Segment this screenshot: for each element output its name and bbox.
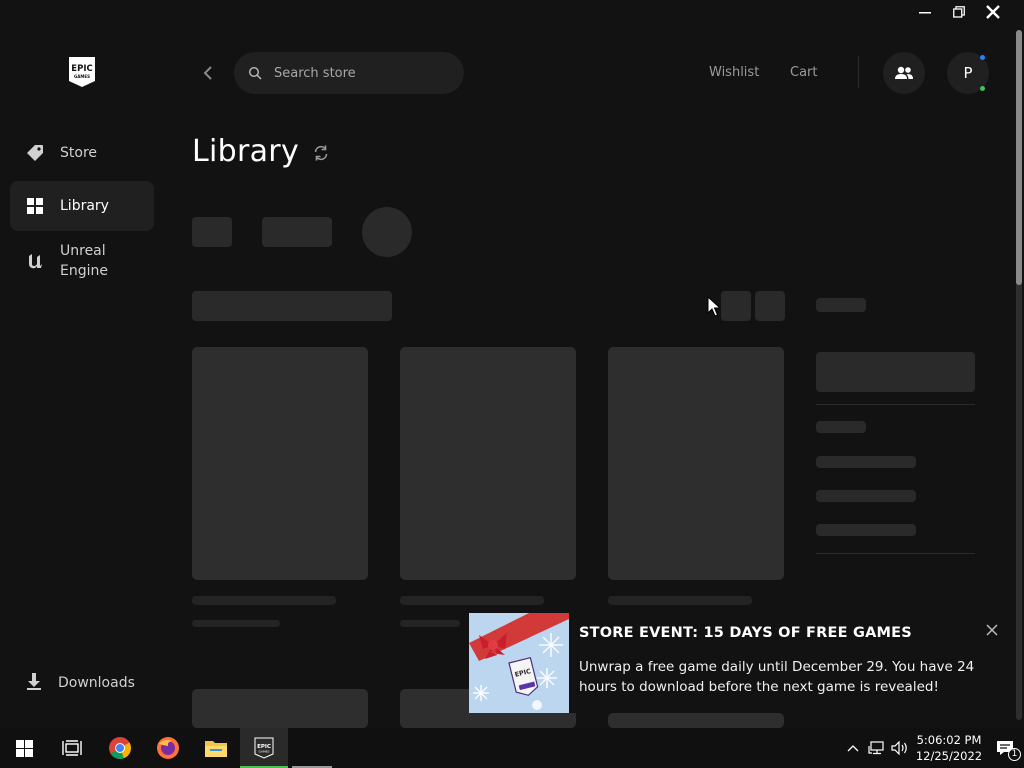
avatar-initial: P [963,64,973,82]
taskbar-epic-games[interactable]: EPIC GAMES [240,728,288,768]
friends-button[interactable] [883,52,925,94]
task-view-button[interactable] [48,728,96,768]
subtitle-placeholder [192,620,280,627]
epic-games-icon: EPIC GAMES [254,737,274,759]
sidebar-item-store[interactable]: Store [10,128,154,178]
search-icon [248,66,262,80]
filter-label-placeholder [816,421,866,433]
firefox-icon [157,737,179,759]
folder-icon [205,741,227,757]
unreal-icon [26,252,44,270]
game-card-placeholder [192,689,368,728]
close-icon [986,5,1000,19]
divider [816,553,975,554]
volume-icon [891,741,907,755]
sidebar-item-downloads[interactable]: Downloads [10,660,154,706]
network-icon [868,741,884,755]
filter-placeholder [192,217,232,247]
sidebar-item-label: Library [60,198,109,214]
filter-option-placeholder [816,490,916,502]
windows-logo-icon [15,739,33,757]
page-title: Library [192,134,299,169]
scrollbar[interactable] [1016,30,1022,720]
title-placeholder [400,596,544,605]
cart-link[interactable]: Cart [790,65,818,80]
game-card-placeholder [400,347,576,580]
downloads-label: Downloads [58,675,135,691]
game-card-placeholder [608,347,784,580]
game-card-placeholder [192,347,368,580]
sidebar-item-library[interactable]: Library [10,181,154,231]
svg-text:EPIC: EPIC [71,64,92,74]
view-toggle-placeholder [755,291,785,321]
sidebar-item-label: Store [60,145,98,161]
notification-dot [980,55,985,60]
view-toggle-placeholder [721,291,751,321]
minimize-icon [919,12,931,14]
notification-count-badge: 1 [1008,748,1021,761]
filter-search-placeholder [816,352,975,392]
chevron-up-icon [847,745,859,752]
back-arrow-icon[interactable] [200,64,216,82]
epic-games-logo[interactable]: EPIC GAMES [67,56,97,88]
filter-heading-placeholder [816,298,866,312]
filter-option-placeholder [816,524,916,536]
notification-message: Unwrap a free game daily until December … [579,659,975,695]
restore-icon [953,6,965,18]
system-tray: 5:06:02 PM 12/25/2022 1 [842,728,1024,768]
title-placeholder [608,596,752,605]
header-divider [858,56,859,88]
filter-placeholder [262,217,332,247]
online-status-dot [980,86,985,91]
refresh-icon[interactable] [312,144,330,162]
svg-text:GAMES: GAMES [259,750,270,754]
windows-taskbar: EPIC GAMES 5:06:02 PM 12/25/2022 1 [0,728,1024,768]
close-notification-icon[interactable] [985,623,999,637]
action-center-button[interactable]: 1 [986,728,1024,768]
search-bar [234,52,464,94]
scrollbar-thumb[interactable] [1016,30,1022,285]
filter-placeholder [362,207,412,257]
sidebar-nav: Store Library Unreal Engine [10,128,154,291]
mouse-cursor-icon [707,296,721,317]
svg-text:GAMES: GAMES [74,74,90,79]
title-placeholder [192,596,336,605]
taskbar-open-window[interactable] [288,728,338,768]
start-button[interactable] [0,728,48,768]
epic-games-launcher-window: EPIC GAMES Store Library Unreal Engine D… [0,0,1024,728]
store-event-notification[interactable]: EPIC STORE EVENT: 15 DAYS OF FREE GAMES … [469,613,1013,713]
tag-icon [26,144,44,162]
game-card-placeholder [608,713,784,728]
clock-time: 5:06:02 PM [916,733,982,747]
show-hidden-icons-button[interactable] [842,744,864,752]
wishlist-link[interactable]: Wishlist [709,65,759,80]
sidebar-item-unreal-engine[interactable]: Unreal Engine [10,234,154,288]
task-view-icon [62,740,82,756]
volume-button[interactable] [888,741,912,755]
grid-icon [26,197,44,215]
gift-tag-image: EPIC [469,613,569,713]
close-window-button[interactable] [976,0,1010,24]
restore-button[interactable] [942,0,976,24]
friends-icon [895,66,913,79]
sort-placeholder [192,291,392,321]
subtitle-placeholder [400,620,460,627]
clock-date: 12/25/2022 [915,749,983,763]
clock[interactable]: 5:06:02 PM 12/25/2022 [912,732,986,764]
search-input[interactable] [274,65,444,81]
taskbar-file-explorer[interactable] [192,728,240,768]
minimize-button[interactable] [908,0,942,24]
sidebar-item-label: Unreal Engine [60,243,108,279]
taskbar-chrome[interactable] [96,728,144,768]
notification-title: STORE EVENT: 15 DAYS OF FREE GAMES [579,625,912,641]
filter-option-placeholder [816,456,916,468]
chrome-icon [109,737,132,760]
download-icon [26,672,42,694]
taskbar-firefox[interactable] [144,728,192,768]
divider [816,404,975,405]
network-button[interactable] [864,741,888,755]
window-controls [908,0,1010,24]
